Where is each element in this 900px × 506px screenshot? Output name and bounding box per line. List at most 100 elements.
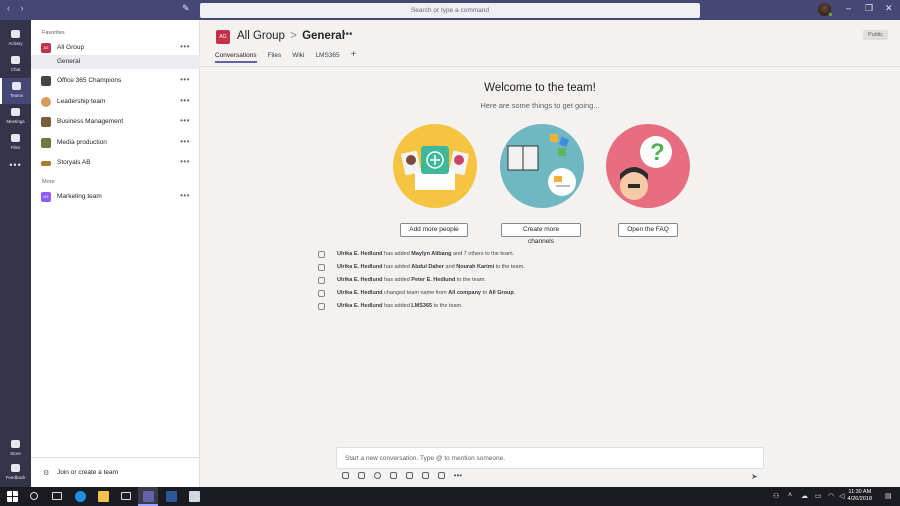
visibility-badge: Public — [863, 30, 888, 40]
taskbar-search-icon[interactable] — [30, 492, 38, 500]
windows-taskbar: ⚇ ˄ ☁ ▭ ◠ ◁ 11:30 AM 4/26/2018 ▤ — [0, 487, 900, 506]
minimize-button[interactable]: – — [846, 3, 851, 13]
rail-more-apps[interactable]: ••• — [0, 160, 31, 170]
team-avatar — [41, 138, 51, 148]
team-row-media-production[interactable]: Media production ••• — [31, 134, 200, 152]
search-command-box[interactable]: Search or type a command — [200, 3, 700, 18]
send-icon[interactable]: ➤ — [751, 472, 758, 481]
team-row-leadership-team[interactable]: Leadership team ••• — [31, 93, 200, 111]
word-icon[interactable] — [166, 491, 177, 502]
rail-feedback[interactable]: Feedback — [0, 460, 31, 486]
tab-wiki[interactable]: Wiki — [292, 52, 304, 61]
team-more-icon[interactable]: ••• — [180, 157, 190, 166]
activity-text: Ulrika E. Hedlund has added Peter E. Hed… — [337, 277, 486, 283]
faq-illustration: ? — [606, 124, 690, 208]
people-icon[interactable]: ⚇ — [773, 492, 779, 500]
team-more-icon[interactable]: ••• — [180, 96, 190, 105]
back-arrow-icon[interactable]: ‹ — [7, 3, 10, 13]
clock-date: 4/26/2018 — [847, 496, 872, 502]
rail-label: Chat — [10, 67, 21, 72]
rail-chat[interactable]: Chat — [0, 52, 31, 78]
sticker-icon[interactable] — [405, 472, 413, 479]
team-row-storyals-ab[interactable]: Storyals AB ••• — [31, 154, 200, 172]
team-more-icon[interactable]: ••• — [180, 137, 190, 146]
team-avatar — [41, 97, 51, 107]
join-team-icon: ⚙ — [43, 470, 50, 477]
system-clock[interactable]: 11:30 AM 4/26/2018 — [848, 489, 872, 503]
restore-button[interactable]: ❐ — [865, 3, 873, 14]
new-chat-icon[interactable]: ✎ — [182, 3, 190, 14]
title-bar: ‹ › ✎ Search or type a command – ❐ ✕ — [0, 0, 900, 20]
create-channels-illustration — [500, 124, 584, 208]
teams-app-icon — [143, 491, 154, 502]
rail-store[interactable]: Store — [0, 436, 31, 462]
more-heading: More — [42, 179, 55, 185]
header-team-name[interactable]: All Group — [237, 30, 285, 42]
activity-item: Ulrika E. Hedlund has added Peter E. Hed… — [310, 276, 710, 288]
team-row-office-365-champions[interactable]: Office 365 Champions ••• — [31, 72, 200, 90]
team-more-icon[interactable]: ••• — [180, 75, 190, 84]
mail-icon[interactable] — [121, 492, 131, 500]
volume-icon[interactable]: ◁ — [839, 492, 844, 500]
join-create-team-label: Join or create a team — [57, 469, 119, 476]
header-channel-name: General — [302, 30, 345, 42]
favorites-heading: Favorites — [42, 30, 65, 36]
composer-more-icon[interactable]: ••• — [454, 471, 462, 480]
show-hidden-icons-icon[interactable]: ˄ — [788, 492, 792, 499]
channel-more-icon[interactable]: ••• — [342, 29, 353, 40]
rail-label: Files — [10, 145, 21, 150]
rail-meetings[interactable]: Meetings — [0, 104, 31, 130]
format-icon[interactable] — [342, 472, 349, 479]
emoji-icon[interactable] — [373, 472, 381, 479]
new-conversation-box[interactable]: Start a new conversation. Type @ to ment… — [336, 447, 764, 469]
team-more-icon[interactable]: ••• — [180, 116, 190, 125]
add-tab-icon[interactable]: + — [351, 49, 357, 60]
clock-time: 11:30 AM — [848, 489, 872, 495]
meet-now-icon[interactable] — [421, 472, 429, 479]
action-center-icon[interactable]: ▤ — [885, 492, 892, 500]
file-explorer-icon[interactable] — [98, 491, 109, 502]
join-create-team[interactable]: ⚙ Join or create a team — [31, 457, 200, 487]
battery-icon[interactable]: ▭ — [815, 492, 822, 500]
team-row-marketing-team[interactable]: MT Marketing team ••• — [31, 188, 200, 206]
channel-general[interactable]: General — [31, 55, 200, 69]
team-avatar — [41, 161, 51, 166]
team-more-icon[interactable]: ••• — [180, 191, 190, 200]
photos-icon[interactable] — [189, 491, 200, 502]
rail-activity[interactable]: Activity — [0, 26, 31, 52]
breadcrumb-separator: > — [290, 30, 297, 42]
profile-avatar[interactable] — [818, 3, 833, 17]
teams-icon — [12, 82, 21, 90]
create-more-channels-button[interactable]: Create more channels — [501, 223, 581, 245]
welcome-title: Welcome to the team! — [484, 82, 596, 94]
activity-text: Ulrika E. Hedlund has added LMS365 to th… — [337, 303, 463, 309]
add-more-people-button[interactable]: Add more people — [400, 223, 468, 237]
rail-teams[interactable]: Teams — [0, 78, 31, 104]
team-avatar: MT — [41, 192, 51, 202]
tab-files[interactable]: Files — [268, 52, 282, 61]
team-avatar: AG — [41, 43, 51, 53]
tab-lms365[interactable]: LMS365 — [315, 52, 339, 61]
rail-files[interactable]: Files — [0, 130, 31, 156]
forward-arrow-icon[interactable]: › — [21, 3, 24, 13]
onedrive-icon[interactable]: ☁ — [801, 492, 808, 500]
rail-label: Store — [10, 451, 21, 456]
presence-available-icon — [828, 12, 833, 17]
team-row-business-management[interactable]: Business Management ••• — [31, 113, 200, 131]
praise-icon[interactable] — [437, 472, 445, 479]
network-icon[interactable]: ◠ — [828, 492, 834, 500]
channel-title: All Group > General — [237, 30, 345, 42]
tab-conversations[interactable]: Conversations — [215, 52, 257, 63]
history-nav: ‹ › — [7, 3, 32, 13]
team-name: Leadership team — [57, 98, 106, 105]
giphy-icon[interactable] — [389, 472, 397, 479]
attach-icon[interactable] — [357, 472, 365, 479]
edge-browser-icon[interactable] — [75, 491, 86, 502]
windows-start-icon[interactable] — [7, 491, 18, 502]
task-view-icon[interactable] — [52, 492, 62, 500]
open-faq-button[interactable]: Open the FAQ — [618, 223, 678, 237]
close-window-button[interactable]: ✕ — [885, 3, 893, 14]
add-app-icon — [318, 303, 325, 310]
team-more-icon[interactable]: ••• — [180, 42, 190, 51]
channel-name: General — [57, 58, 81, 65]
